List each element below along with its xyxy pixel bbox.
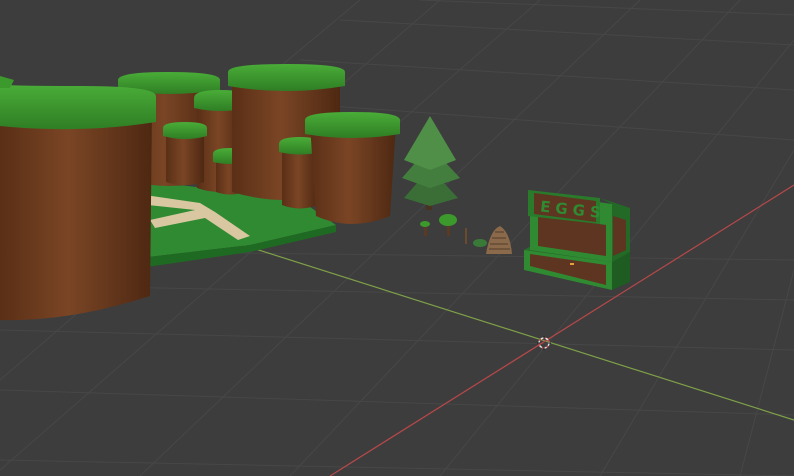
small-rock[interactable] bbox=[473, 239, 487, 247]
pine-cone[interactable] bbox=[486, 226, 512, 254]
3d-viewport[interactable]: EGGS bbox=[0, 0, 794, 476]
eggs-stall[interactable]: EGGS bbox=[524, 190, 630, 290]
y-axis-line bbox=[179, 224, 794, 421]
small-bush-tree[interactable] bbox=[439, 214, 457, 236]
dirt-pillar[interactable] bbox=[163, 122, 207, 185]
pine-tree[interactable] bbox=[402, 116, 460, 210]
scene-canvas[interactable]: EGGS bbox=[0, 0, 794, 476]
dirt-pillar[interactable] bbox=[0, 76, 156, 321]
small-bush-tree[interactable] bbox=[420, 221, 430, 236]
dirt-pillar[interactable] bbox=[305, 112, 400, 224]
